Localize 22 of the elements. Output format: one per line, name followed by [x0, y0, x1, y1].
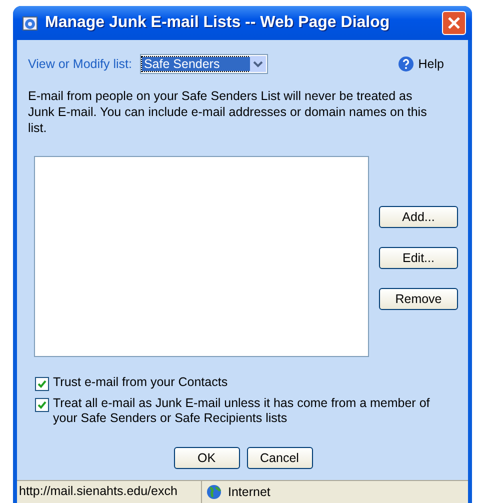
close-button[interactable] [442, 11, 466, 35]
browser-icon [21, 14, 39, 32]
dialog-button[interactable]: Cancel [246, 447, 312, 469]
list-label: View or Modify list: [28, 57, 132, 71]
checkbox[interactable] [35, 398, 49, 412]
close-icon [447, 16, 461, 30]
status-url: http://mail.sienahts.edu/exch [17, 481, 202, 503]
help-link[interactable]: Help [418, 57, 444, 71]
option-label: Trust e-mail from your Contacts [53, 375, 229, 390]
zone-label: Internet [228, 485, 270, 499]
list-action-button[interactable]: Edit... [379, 247, 458, 269]
dialog-button[interactable]: OK [174, 447, 240, 469]
list-action-button[interactable]: Add... [379, 206, 458, 228]
checkbox[interactable] [35, 377, 49, 391]
description-text: E-mail from people on your Safe Senders List will never be treated as Junk E-mail. You can include e-mail addresses or domain names on this list. [28, 88, 428, 136]
list-dropdown[interactable]: Safe Senders [140, 54, 268, 74]
globe-icon [206, 484, 222, 500]
caret-icon [250, 56, 266, 72]
list-action-button[interactable]: Remove [379, 288, 458, 310]
option-label: Treat all e-mail as Junk E-mail unless it has come from a member of your Safe Senders or Safe Recipients lists [53, 396, 431, 426]
window-title: Manage Junk E-mail Lists -- Web Page Dialog [45, 14, 391, 32]
help-icon[interactable] [398, 56, 414, 72]
